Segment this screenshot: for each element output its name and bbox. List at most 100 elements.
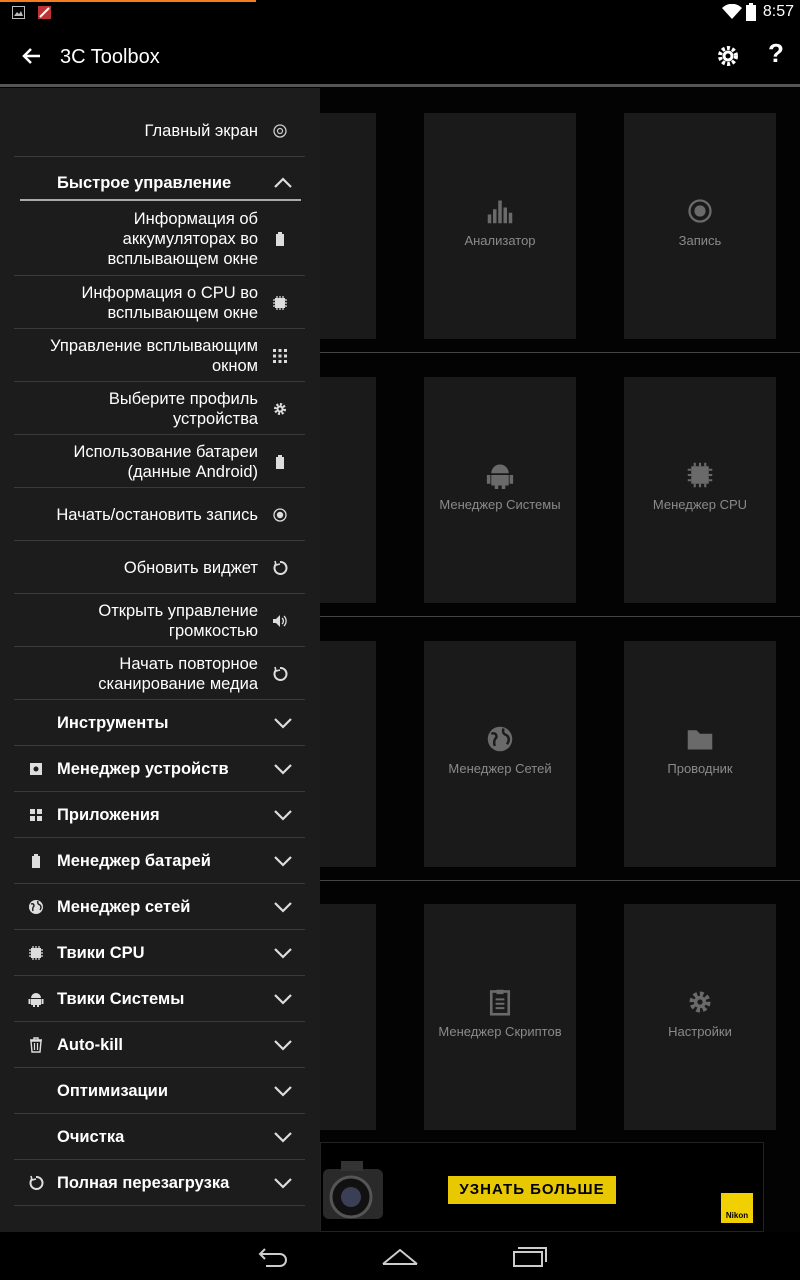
chevron-down-icon[interactable] [273, 762, 293, 776]
chevron-down-icon[interactable] [273, 1038, 293, 1052]
battery-icon [27, 852, 45, 870]
cpu-icon [271, 294, 289, 312]
refresh-icon [271, 665, 289, 683]
quick-control-label: Управление всплывающим окном [50, 336, 258, 375]
app-title: 3C Toolbox [60, 46, 160, 68]
quick-control-item[interactable]: Информация об аккумуляторах во всплывающ… [14, 202, 305, 276]
apps-icon [27, 806, 45, 824]
quick-control-label: Информация об аккумуляторах во всплывающ… [107, 210, 258, 268]
record-icon [624, 193, 776, 229]
drawer-section[interactable]: Оптимизации [14, 1068, 305, 1114]
drawer-item-label: Главный экран [144, 122, 258, 140]
chevron-down-icon[interactable] [273, 1130, 293, 1144]
section-label: Полная перезагрузка [57, 1174, 230, 1192]
section-label: Твики CPU [57, 944, 145, 962]
wifi-icon [722, 4, 742, 19]
dashboard-tile[interactable]: Менеджер Скриптов [424, 904, 576, 1130]
drawer-section[interactable]: Твики Системы [14, 976, 305, 1022]
gear-icon [271, 400, 289, 418]
gear-icon [624, 984, 776, 1020]
home-circle-icon [271, 122, 289, 140]
nav-home-icon[interactable] [380, 1240, 420, 1272]
nav-back-icon[interactable] [252, 1240, 292, 1272]
section-label: Менеджер сетей [57, 898, 191, 916]
chevron-up-icon[interactable] [273, 176, 293, 190]
quick-control-label: Открыть управление громкостью [98, 601, 258, 640]
ad-banner[interactable]: УЗНАТЬ БОЛЬШЕ Nikon [320, 1142, 764, 1232]
chevron-down-icon[interactable] [273, 900, 293, 914]
drawer-section[interactable]: Твики CPU [14, 930, 305, 976]
chevron-down-icon[interactable] [273, 992, 293, 1006]
chevron-down-icon[interactable] [273, 946, 293, 960]
drawer-section[interactable]: Инструменты [14, 700, 305, 746]
folder-icon [624, 721, 776, 757]
quick-control-item[interactable]: Начать/остановить запись [14, 488, 305, 541]
nikon-logo: Nikon [721, 1193, 753, 1223]
dashboard-tile[interactable]: Запись [624, 113, 776, 339]
dashboard-tile[interactable]: Анализатор [424, 113, 576, 339]
device-icon [27, 760, 45, 778]
image-notification-icon [12, 6, 25, 19]
section-label: Инструменты [57, 714, 169, 732]
quick-control-item[interactable]: Управление всплывающим окном [14, 329, 305, 382]
status-bar: 8:57 [0, 0, 800, 26]
action-bar: 3C Toolbox ? [0, 26, 800, 86]
battery-status-icon [746, 3, 756, 21]
help-icon[interactable]: ? [762, 38, 790, 74]
quick-control-label: Выберите профиль устройства [108, 389, 258, 428]
volume-icon [271, 612, 289, 630]
dashboard-tile[interactable]: Настройки [624, 904, 776, 1130]
chevron-down-icon[interactable] [273, 716, 293, 730]
dashboard-tile[interactable]: Менеджер CPU [624, 377, 776, 603]
cpu-icon [624, 457, 776, 493]
tile-label: Запись [678, 233, 722, 248]
chevron-down-icon[interactable] [273, 1084, 293, 1098]
ad-learn-more-button[interactable]: УЗНАТЬ БОЛЬШЕ [448, 1176, 616, 1204]
drawer-section[interactable]: Менеджер устройств [14, 746, 305, 792]
tile-label: Настройки [668, 1024, 732, 1039]
ad-brand-text: Nikon [725, 1211, 749, 1220]
section-quick-control[interactable]: Быстрое управление [14, 157, 305, 201]
drawer-section[interactable]: Полная перезагрузка [14, 1160, 305, 1206]
back-arrow-icon[interactable] [16, 40, 48, 72]
quick-control-item[interactable]: Обновить виджет [14, 541, 305, 594]
chevron-down-icon[interactable] [273, 854, 293, 868]
clipboard-icon [424, 984, 576, 1020]
quick-control-item[interactable]: Информация о CPU во всплывающем окне [14, 276, 305, 329]
settings-gear-icon[interactable] [712, 40, 744, 72]
status-time: 8:57 [762, 3, 794, 20]
battery-icon [271, 453, 289, 471]
chevron-down-icon[interactable] [273, 1176, 293, 1190]
quick-control-item[interactable]: Выберите профиль устройства [14, 382, 305, 435]
quick-control-label: Обновить виджет [123, 558, 258, 577]
nav-recents-icon[interactable] [510, 1240, 550, 1272]
quick-control-item[interactable]: Открыть управление громкостью [14, 594, 305, 647]
record-icon [271, 506, 289, 524]
drawer-section[interactable]: Очистка [14, 1114, 305, 1160]
drawer-section[interactable]: Auto-kill [14, 1022, 305, 1068]
trash-icon [27, 1036, 45, 1054]
chevron-down-icon[interactable] [273, 808, 293, 822]
quick-control-label: Использование батареи (данные Android) [73, 442, 259, 481]
dashboard-tile[interactable]: Менеджер Сетей [424, 641, 576, 867]
system-nav-bar [0, 1232, 800, 1280]
android-icon [27, 990, 45, 1008]
refresh-icon [27, 1174, 45, 1192]
dashboard-tile[interactable]: Проводник [624, 641, 776, 867]
drawer-section[interactable]: Приложения [14, 792, 305, 838]
drawer-section[interactable]: Менеджер батарей [14, 838, 305, 884]
grid-row-divider [320, 352, 800, 353]
android-icon [424, 457, 576, 493]
section-label: Менеджер батарей [57, 852, 211, 870]
drawer-section[interactable]: Менеджер сетей [14, 884, 305, 930]
tile-label: Менеджер Скриптов [438, 1024, 562, 1039]
quick-control-item[interactable]: Использование батареи (данные Android) [14, 435, 305, 488]
app-notification-icon [38, 6, 51, 19]
grid-row-divider [320, 880, 800, 881]
globe-icon [27, 898, 45, 916]
histogram-icon [424, 193, 576, 229]
dashboard-tile[interactable]: Менеджер Системы [424, 377, 576, 603]
quick-control-item[interactable]: Начать повторное сканирование медиа [14, 647, 305, 700]
refresh-icon [271, 559, 289, 577]
drawer-item-home[interactable]: Главный экран [14, 106, 305, 156]
